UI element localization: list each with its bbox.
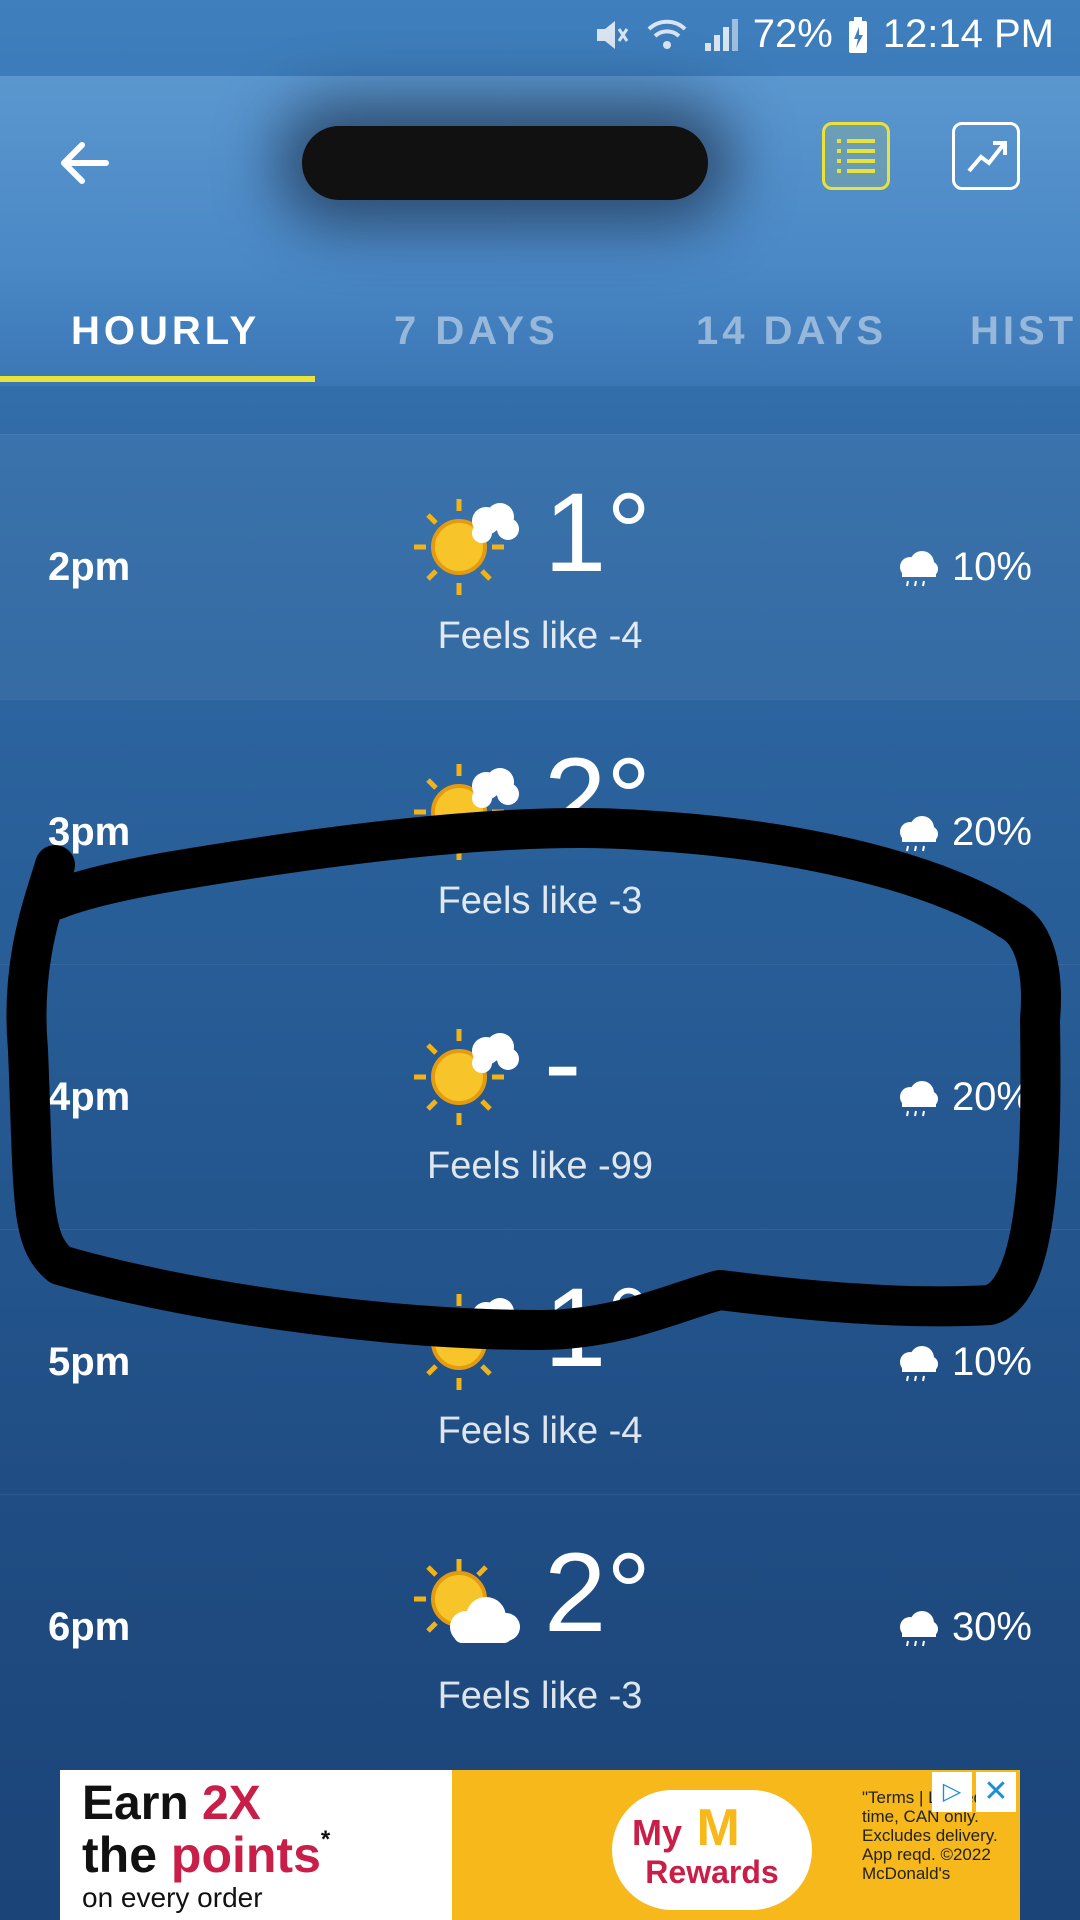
ad-tagline: on every order bbox=[82, 1882, 263, 1913]
row-time: 2pm bbox=[48, 545, 131, 589]
row-precipitation: 20% bbox=[896, 1075, 1032, 1120]
hourly-row[interactable]: 2pm 1° Feels like -4 10% bbox=[0, 434, 1080, 699]
tab-7-days[interactable]: 7 DAYS bbox=[394, 276, 559, 386]
row-feels-like: Feels like -3 bbox=[437, 880, 643, 922]
page-title-redacted bbox=[302, 126, 708, 200]
row-time: 6pm bbox=[48, 1605, 131, 1649]
hourly-list: 2pm 1° Feels like -4 10% 3pm 2° Feels li… bbox=[0, 434, 1080, 1759]
tab-14-days[interactable]: 14 DAYS bbox=[696, 276, 887, 386]
ad-headline-a: Earn bbox=[82, 1777, 203, 1830]
chart-view-icon[interactable] bbox=[952, 122, 1020, 190]
row-temperature: 1° bbox=[544, 1265, 652, 1390]
ad-asterisk: * bbox=[320, 1826, 331, 1853]
ad-banner[interactable]: Earn 2X the points* on every order My M … bbox=[60, 1770, 1020, 1920]
rain-cloud-icon bbox=[899, 550, 938, 586]
ad-brand-rewards: Rewards bbox=[645, 1854, 779, 1890]
mute-icon bbox=[596, 20, 628, 49]
ad-image-panel: My M Rewards "Terms | Limited time, CAN … bbox=[452, 1770, 1020, 1920]
row-feels-like: Feels like -99 bbox=[427, 1145, 653, 1187]
hourly-row[interactable]: 5pm 1° Feels like -4 10% bbox=[0, 1229, 1080, 1494]
status-bar: 72% 12:14 PM bbox=[0, 0, 1080, 76]
battery-percent: 72% bbox=[752, 12, 833, 56]
row-temperature: 2° bbox=[544, 735, 652, 860]
ad-brand-my: My M bbox=[632, 1799, 740, 1857]
partly-sunny-icon bbox=[414, 1029, 519, 1125]
ad-subheadline-b: points bbox=[170, 1827, 321, 1883]
row-feels-like: Feels like -4 bbox=[437, 1410, 643, 1452]
clock: 12:14 PM bbox=[882, 12, 1054, 56]
wifi-icon bbox=[647, 19, 687, 49]
rain-cloud-icon bbox=[899, 1080, 938, 1116]
row-feels-like: Feels like -3 bbox=[437, 1675, 643, 1717]
tab-bar: HOURLY 7 DAYS 14 DAYS HIST bbox=[0, 276, 1080, 386]
row-time: 4pm bbox=[48, 1075, 131, 1119]
app-header: HOURLY 7 DAYS 14 DAYS HIST bbox=[0, 76, 1080, 386]
active-tab-indicator bbox=[0, 376, 315, 382]
precip-value: 10% bbox=[951, 1340, 1032, 1384]
row-feels-like: Feels like -4 bbox=[437, 615, 643, 657]
row-temperature: - bbox=[544, 1000, 582, 1125]
precip-value: 20% bbox=[951, 810, 1032, 854]
back-arrow-icon[interactable] bbox=[52, 131, 116, 195]
row-temperature: 2° bbox=[544, 1530, 652, 1655]
row-time: 5pm bbox=[48, 1340, 131, 1384]
ad-subheadline-a: the bbox=[82, 1827, 171, 1883]
rain-cloud-icon bbox=[899, 815, 938, 851]
tab-history[interactable]: HIST bbox=[970, 276, 1077, 386]
ad-info-icon[interactable]: ▷ bbox=[932, 1772, 972, 1812]
row-temperature: 1° bbox=[544, 470, 652, 595]
hourly-row[interactable]: 6pm 2° Feels like -3 30% bbox=[0, 1494, 1080, 1759]
row-precipitation: 30% bbox=[896, 1605, 1032, 1650]
ad-headline: Earn 2X bbox=[82, 1776, 261, 1831]
partly-sunny-icon bbox=[414, 1294, 519, 1390]
ad-close-icon[interactable]: ✕ bbox=[976, 1772, 1016, 1812]
precip-value: 30% bbox=[951, 1605, 1032, 1649]
rain-cloud-icon bbox=[899, 1345, 938, 1381]
ad-text-panel: Earn 2X the points* on every order bbox=[60, 1770, 452, 1920]
row-precipitation: 10% bbox=[896, 1340, 1032, 1385]
precip-value: 10% bbox=[951, 545, 1032, 589]
list-view-icon[interactable] bbox=[822, 122, 890, 190]
row-precipitation: 20% bbox=[896, 810, 1032, 855]
row-precipitation: 10% bbox=[896, 545, 1032, 590]
battery-icon bbox=[848, 16, 867, 53]
hourly-row[interactable]: 4pm - Feels like -99 20% bbox=[0, 964, 1080, 1229]
precip-value: 20% bbox=[951, 1075, 1032, 1119]
signal-icon bbox=[704, 18, 738, 51]
ad-subheadline: the points* bbox=[82, 1826, 330, 1884]
partly-sunny-icon bbox=[414, 764, 519, 860]
row-time: 3pm bbox=[48, 810, 131, 854]
tab-hourly[interactable]: HOURLY bbox=[71, 276, 260, 386]
sun-behind-cloud-icon bbox=[414, 1559, 520, 1643]
rain-cloud-icon bbox=[899, 1610, 938, 1646]
hourly-row[interactable]: 3pm 2° Feels like -3 20% bbox=[0, 699, 1080, 964]
ad-headline-b: 2X bbox=[202, 1777, 261, 1830]
partly-sunny-icon bbox=[414, 499, 519, 595]
